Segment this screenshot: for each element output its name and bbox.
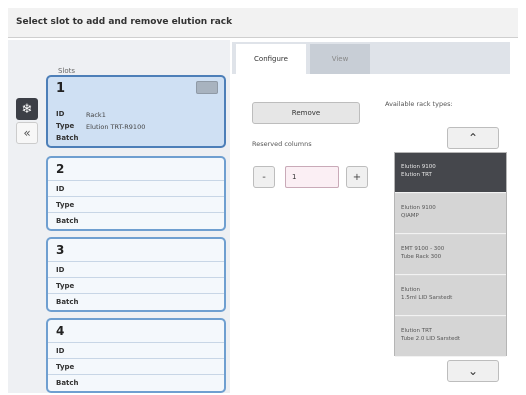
- divider: [48, 196, 224, 197]
- reserved-columns-input[interactable]: 1: [285, 166, 339, 188]
- snowflake-icon[interactable]: ❄: [16, 98, 38, 120]
- tab-view[interactable]: View: [310, 44, 370, 74]
- rack-type-item[interactable]: EMT 9100 - 300 Tube Rack 300: [395, 235, 506, 275]
- available-rack-types-label: Available rack types:: [385, 100, 453, 108]
- slot-number: 3: [56, 243, 65, 257]
- slot-number: 1: [56, 81, 66, 96]
- scroll-up-button[interactable]: ⌃: [447, 127, 499, 149]
- rack-type-name: EMT 9100 - 300: [401, 246, 445, 252]
- rack-type-item[interactable]: Elution TRT Tube 2.0 LID Sarstedt: [395, 317, 506, 357]
- type-label: Type: [56, 363, 75, 371]
- page-title: Select slot to add and remove elution ra…: [16, 17, 233, 27]
- title-bar: Select slot to add and remove elution ra…: [8, 8, 518, 38]
- batch-label: Batch: [56, 217, 79, 225]
- id-label: ID: [56, 185, 65, 193]
- batch-label: Batch: [56, 134, 79, 142]
- batch-label: Batch: [56, 298, 79, 306]
- rack-type-name: Elution: [401, 287, 421, 293]
- tab-bar: Configure View: [232, 42, 510, 74]
- decrement-button[interactable]: -: [253, 166, 275, 188]
- divider: [48, 342, 224, 343]
- chevron-down-icon: ⌄: [467, 364, 479, 378]
- rack-type-name: Elution 9100: [401, 205, 436, 211]
- divider: [48, 277, 224, 278]
- divider: [48, 358, 224, 359]
- collapse-icon[interactable]: «: [16, 122, 38, 144]
- rack-type-item[interactable]: Elution 9100 Elution TRT: [395, 153, 506, 193]
- slot-number: 2: [56, 162, 65, 176]
- rack-type-desc: Tube Rack 300: [401, 254, 442, 260]
- rack-type-name: Elution TRT: [401, 328, 432, 334]
- type-label: Type: [56, 282, 75, 290]
- slot-4[interactable]: 4 ID Type Batch: [46, 318, 226, 393]
- id-label: ID: [56, 266, 65, 274]
- increment-button[interactable]: +: [346, 166, 368, 188]
- id-value: Rack1: [86, 111, 106, 119]
- chevron-up-icon: ⌃: [467, 131, 479, 145]
- rack-type-item[interactable]: Elution 1.5ml LID Sarstedt: [395, 276, 506, 316]
- scroll-down-button[interactable]: ⌄: [447, 360, 499, 382]
- divider: [48, 374, 224, 375]
- slot-3[interactable]: 3 ID Type Batch: [46, 237, 226, 312]
- remove-button[interactable]: Remove: [252, 102, 360, 124]
- type-value: Elution TRT-R9100: [86, 123, 146, 131]
- divider: [48, 180, 224, 181]
- id-label: ID: [56, 347, 65, 355]
- rack-type-desc: QIAMP: [401, 213, 419, 219]
- rack-type-desc: Tube 2.0 LID Sarstedt: [401, 336, 460, 342]
- divider: [48, 261, 224, 262]
- slot-2[interactable]: 2 ID Type Batch: [46, 156, 226, 231]
- slot-1[interactable]: 1 ID Rack1 Type Elution TRT-R9100 Batch: [46, 75, 226, 148]
- rack-type-desc: 1.5ml LID Sarstedt: [401, 295, 453, 301]
- rack-type-desc: Elution TRT: [401, 172, 432, 178]
- rack-badge: [196, 81, 218, 94]
- type-label: Type: [56, 122, 75, 130]
- divider: [48, 212, 224, 213]
- type-label: Type: [56, 201, 75, 209]
- id-label: ID: [56, 110, 65, 118]
- rack-type-list: Elution 9100 Elution TRT Elution 9100 QI…: [394, 152, 507, 357]
- rack-type-name: Elution 9100: [401, 164, 436, 170]
- slots-label: Slots: [58, 67, 76, 75]
- reserved-columns-label: Reserved columns: [252, 140, 312, 148]
- batch-label: Batch: [56, 379, 79, 387]
- tab-configure[interactable]: Configure: [236, 44, 306, 74]
- divider: [48, 293, 224, 294]
- rack-type-item[interactable]: Elution 9100 QIAMP: [395, 194, 506, 234]
- slot-number: 4: [56, 324, 65, 338]
